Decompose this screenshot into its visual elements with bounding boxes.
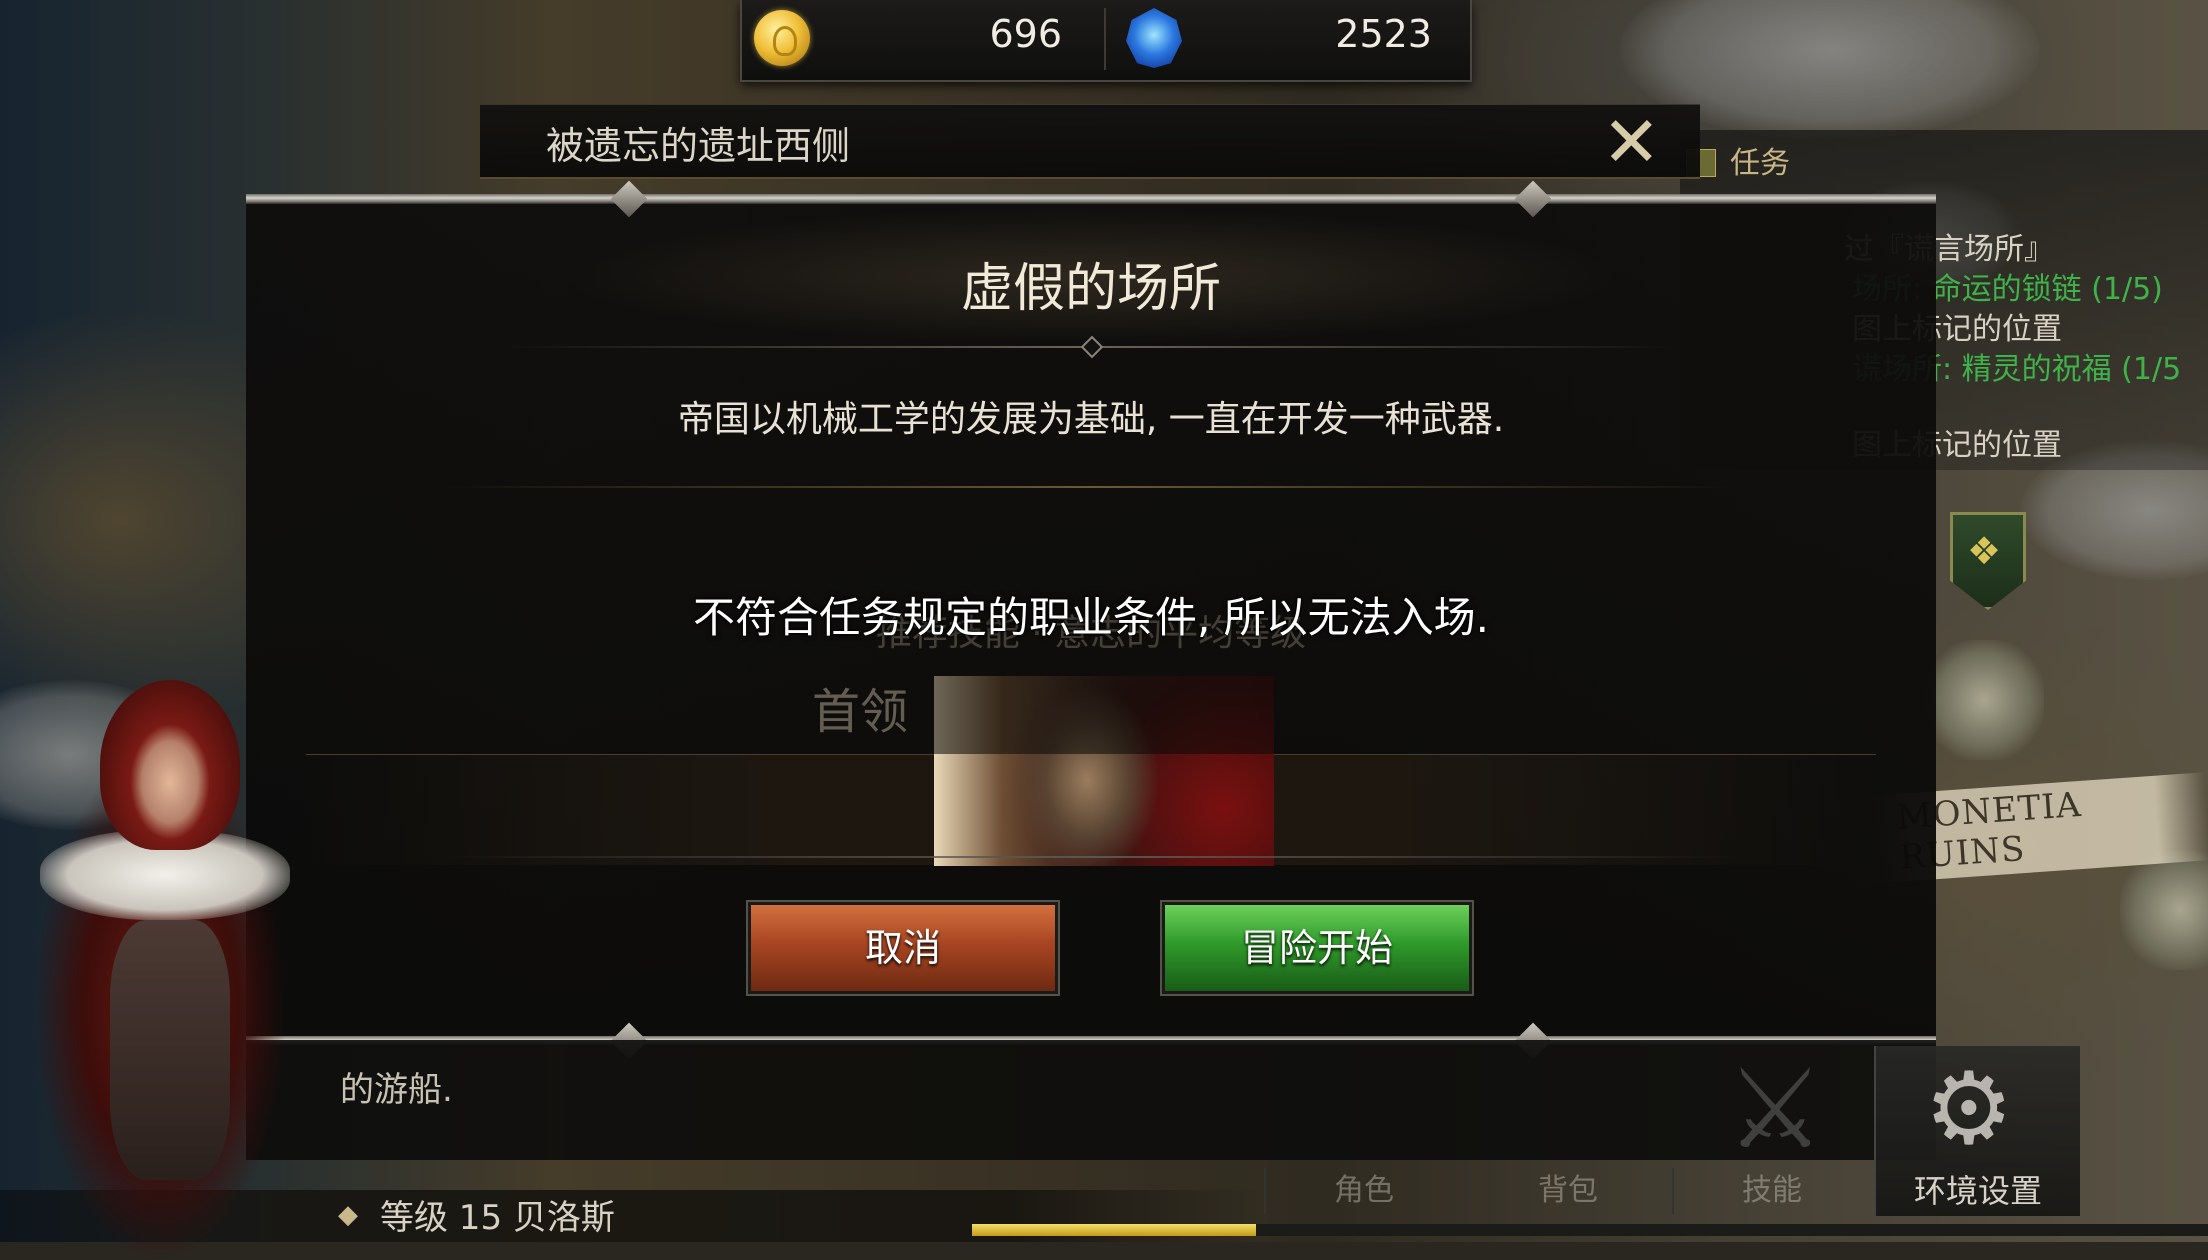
dialog-description: 帝国以机械工学的发展为基础, 一直在开发一种武器. (677, 399, 1505, 440)
boss-label: 首领 (812, 684, 909, 740)
hero-character-portrait (0, 680, 340, 1260)
blue-gem-icon (1126, 8, 1182, 68)
gear-icon: ⚙ (1924, 1050, 2014, 1167)
character-hood (100, 680, 240, 850)
title-band: 虚假的场所 (306, 206, 1876, 346)
quest-title: 任务 (1686, 138, 1790, 182)
ruins-marker-icon[interactable] (2120, 850, 2208, 970)
tab-skills[interactable]: 技能 (1672, 1168, 1870, 1214)
boss-portrait (934, 676, 1274, 866)
class-requirement-warning: 不符合任务规定的职业条件, 所以无法入场. (692, 593, 1490, 642)
cancel-button[interactable]: 取消 (746, 900, 1060, 996)
dialog-title: 虚假的场所 (960, 259, 1221, 319)
close-icon[interactable]: ✕ (1602, 107, 1661, 177)
sword-skill-icon[interactable]: ⚔ (1726, 1054, 1825, 1164)
gem-amount: 2523 (1335, 12, 1432, 56)
divider (1104, 8, 1106, 70)
settings-button[interactable]: ⚙ 环境设置 (1874, 1046, 2080, 1216)
tab-inventory[interactable]: 背包 (1468, 1168, 1666, 1214)
description-separator (446, 486, 1736, 488)
experience-bar (972, 1224, 2208, 1236)
gold-coin-icon (754, 10, 810, 66)
player-level-name: 等级 15 贝洛斯 (380, 1198, 615, 1238)
settings-label: 环境设置 (1913, 1172, 2042, 1210)
character-armor (110, 920, 230, 1180)
level-marker-icon: ◆ (338, 1200, 358, 1230)
location-header: 被遗忘的遗址西侧 ✕ (480, 104, 1700, 179)
start-adventure-button[interactable]: 冒险开始 (1160, 900, 1474, 996)
tab-character[interactable]: 角色 (1264, 1168, 1462, 1214)
story-text: 的游船. (340, 1070, 453, 1110)
currency-bar: 696 2523 (740, 0, 1472, 82)
experience-fill (972, 1224, 1257, 1236)
story-text-strip (246, 1040, 1936, 1160)
button-separator (446, 856, 1736, 858)
title-separator (506, 346, 1676, 348)
ruins-marker-icon[interactable] (1924, 640, 2044, 760)
gold-amount: 696 (989, 12, 1062, 56)
dialog-top-rail (246, 194, 1936, 204)
dungeon-entry-dialog: 虚假的场所 帝国以机械工学的发展为基础, 一直在开发一种武器. 推荐技能 · 意… (246, 194, 1936, 1046)
location-name: 被遗忘的遗址西侧 (546, 124, 851, 168)
